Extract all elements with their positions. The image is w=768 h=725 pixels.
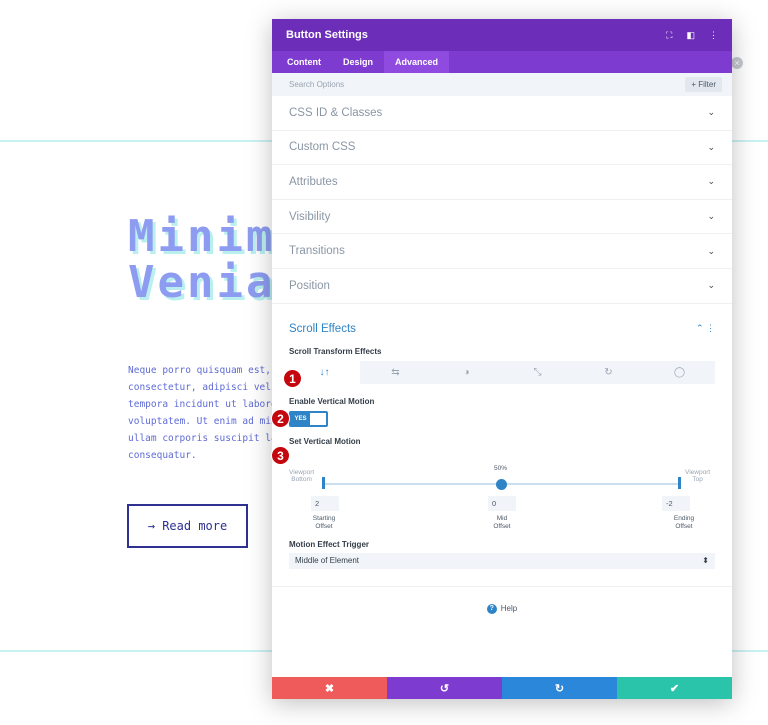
mid-offset-label: Mid Offset [493,514,511,530]
vertical-motion-range: Viewport Bottom Viewport Top 50% 2 0 -2 … [289,452,715,535]
section-css-id-classes[interactable]: CSS ID & Classes ⌄ [272,96,732,131]
more-options-icon[interactable]: ⋮ [709,30,718,41]
tab-content[interactable]: Content [276,51,332,73]
blur-icon[interactable]: ◯ [644,361,715,384]
annotation-badge-3: 3 [271,446,290,465]
ending-offset-label: Ending Offset [673,514,695,530]
scroll-effects-section: Scroll Effects ⌃ ⋮ Scroll Transform Effe… [272,322,732,614]
toggle-knob [310,412,326,425]
split-view-icon[interactable]: ◧ [686,30,695,41]
effect-tabs: ↓↑ ⇆ ◑ ⤡ ↻ ◯ [289,360,715,384]
chevron-down-icon: ⌄ [707,107,715,118]
save-button[interactable]: ✔ [617,677,732,699]
section-label: Transitions [289,245,345,258]
enable-vertical-motion-label: Enable Vertical Motion [289,396,375,406]
motion-trigger-select[interactable]: Middle of Element ⬍ [289,552,715,569]
mid-percent-label: 50% [494,464,508,472]
scroll-effects-title[interactable]: Scroll Effects [289,323,356,335]
section-controls-icon[interactable]: ⌃ ⋮ [696,323,715,334]
chevron-down-icon: ⌄ [707,211,715,222]
viewport-bottom-label: Viewport Bottom [289,468,315,483]
discard-button[interactable]: ✖ [272,677,387,699]
chevron-down-icon: ⌄ [707,245,715,256]
motion-trigger-label: Motion Effect Trigger [289,539,369,549]
hero-body-text: Neque porro quisquam est, qu consectetur… [128,365,278,461]
section-visibility[interactable]: Visibility ⌄ [272,200,732,235]
annotation-badge-1: 1 [283,369,302,388]
annotation-badge-2: 2 [271,409,290,428]
tab-design[interactable]: Design [332,51,384,73]
section-attributes[interactable]: Attributes ⌄ [272,165,732,200]
section-label: Position [289,279,330,292]
help-label: Help [500,604,518,614]
search-input[interactable]: Search Options [289,80,344,89]
section-transitions[interactable]: Transitions ⌄ [272,234,732,269]
hero-title: Minim Venia [128,211,276,308]
chevron-down-icon: ⌄ [707,141,715,152]
fading-icon[interactable]: ◑ [431,361,502,384]
starting-offset-input[interactable]: 2 [311,495,339,511]
help-icon: ? [486,603,497,614]
section-label: Custom CSS [289,141,356,154]
help-link[interactable]: ? Help [289,603,715,614]
mid-handle[interactable] [496,478,507,490]
modal-footer: ✖ ↺ ↻ ✔ [272,677,732,699]
modal-header: Button Settings ⛶ ◧ ⋮ [272,19,732,51]
undo-button[interactable]: ↺ [387,677,502,699]
section-position[interactable]: Position ⌄ [272,269,732,304]
section-custom-css[interactable]: Custom CSS ⌄ [272,131,732,166]
fullscreen-icon[interactable]: ⛶ [666,30,672,41]
divider [272,585,732,587]
section-label: Attributes [289,175,338,188]
chevron-down-icon: ⌄ [707,280,715,291]
rotating-icon[interactable]: ↻ [573,361,644,384]
select-arrow-icon: ⬍ [702,556,709,566]
button-settings-modal: Button Settings ⛶ ◧ ⋮ Content Design Adv… [272,19,732,699]
modal-tabs: Content Design Advanced [272,51,732,73]
redo-button[interactable]: ↻ [502,677,617,699]
horizontal-motion-icon[interactable]: ⇆ [360,361,431,384]
read-more-button[interactable]: → Read more [127,504,248,548]
toggle-yes-label: YES [291,412,310,425]
viewport-top-label: Viewport Top [685,468,711,483]
scaling-icon[interactable]: ⤡ [502,361,573,384]
end-handle[interactable] [678,476,681,489]
starting-offset-label: Starting Offset [312,514,336,530]
scroll-transform-label: Scroll Transform Effects [289,346,382,356]
motion-trigger-value: Middle of Element [295,556,360,566]
mid-offset-input[interactable]: 0 [488,495,516,511]
set-vertical-motion-label: Set Vertical Motion [289,436,361,446]
filter-button[interactable]: + Filter [685,77,722,92]
search-bar: Search Options + Filter [272,73,732,96]
close-icon[interactable]: × [731,57,743,69]
tab-advanced[interactable]: Advanced [384,51,450,73]
start-handle[interactable] [322,476,325,489]
ending-offset-input[interactable]: -2 [662,495,690,511]
vertical-motion-toggle[interactable]: YES [289,410,328,427]
section-label: Visibility [289,210,331,223]
modal-title: Button Settings [286,29,368,41]
section-label: CSS ID & Classes [289,106,383,119]
chevron-down-icon: ⌄ [707,176,715,187]
